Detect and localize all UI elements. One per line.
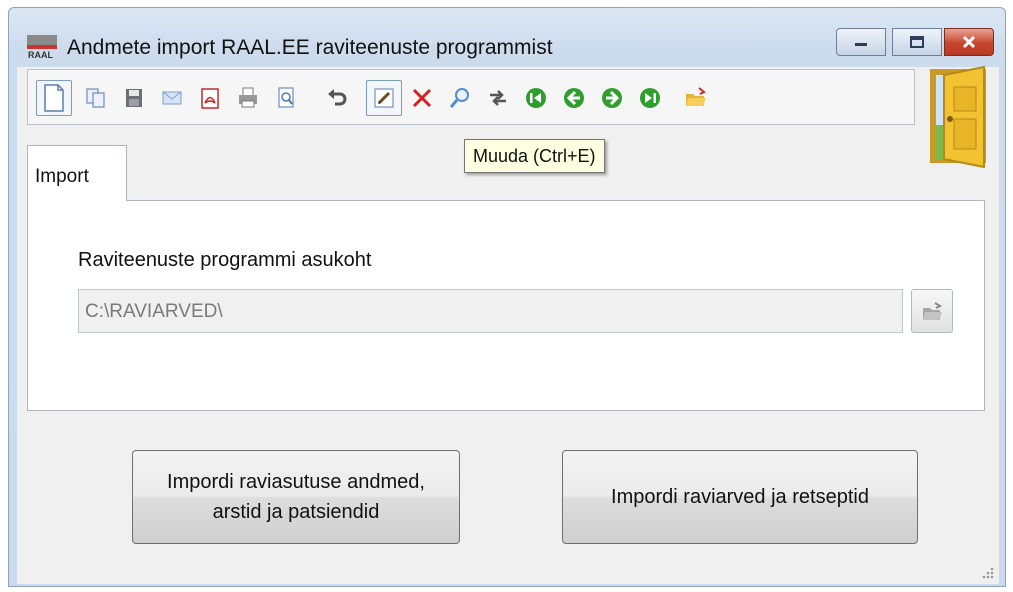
import-institution-label-line2: arstid ja patsiendid [212,501,380,523]
tab-control: Raviteenuste programmi asukoht C:\RAVIAR… [27,145,985,445]
previous-record-icon [564,88,584,108]
undo-button[interactable] [320,80,356,116]
copy-button[interactable] [78,80,114,116]
next-record-button[interactable] [594,80,630,116]
save-button[interactable] [116,80,152,116]
maximize-icon [910,36,924,48]
search-icon [449,88,469,108]
new-document-button[interactable] [36,80,72,116]
delete-button[interactable] [404,80,440,116]
edit-button[interactable] [366,80,402,116]
save-icon [126,89,142,107]
next-record-icon [602,88,622,108]
import-panel: Raviteenuste programmi asukoht C:\RAVIAR… [27,200,985,411]
pdf-icon [201,88,219,109]
toolbar [27,69,915,125]
import-invoices-button[interactable]: Impordi raviarved ja retseptid [562,450,918,544]
import-institution-label: Impordi raviasutuse andmed, arstid ja pa… [167,467,425,527]
print-icon [239,87,257,108]
resize-grip-icon[interactable] [979,564,995,580]
edit-tooltip: Muuda (Ctrl+E) [464,139,605,173]
window-title: Andmete import RAAL.EE raviteenuste prog… [67,36,553,59]
client-area: Raviteenuste programmi asukoht C:\RAVIAR… [17,65,999,584]
refresh-icon [490,90,506,106]
import-institution-label-line1: Impordi raviasutuse andmed, [167,471,425,493]
browse-button[interactable] [911,289,953,333]
maximize-button[interactable] [892,28,942,56]
previous-record-button[interactable] [556,80,592,116]
close-icon [962,35,976,49]
svg-text:RAAL: RAAL [28,50,53,60]
browse-folder-icon [923,302,943,320]
last-record-button[interactable] [632,80,668,116]
refresh-button[interactable] [480,80,516,116]
location-field[interactable]: C:\RAVIARVED\ [78,289,903,333]
app-icon: RAAL [27,35,57,60]
open-folder-button[interactable] [678,80,714,116]
print-preview-icon [278,87,294,108]
tab-import[interactable]: Import [27,145,127,201]
pdf-button[interactable] [192,80,228,116]
minimize-button[interactable] [836,28,886,56]
email-icon [162,91,182,105]
delete-icon [412,88,432,108]
first-record-icon [526,88,546,108]
open-folder-icon [686,87,706,106]
last-record-icon [640,88,660,108]
undo-icon [328,89,347,106]
edit-icon [374,88,394,108]
first-record-button[interactable] [518,80,554,116]
copy-icon [86,88,105,108]
app-window: RAAL Andmete import RAAL.EE raviteenuste… [8,7,1006,587]
title-bar[interactable]: RAAL Andmete import RAAL.EE raviteenuste… [9,8,1005,70]
search-button[interactable] [442,80,478,116]
location-label: Raviteenuste programmi asukoht [78,249,372,271]
email-button[interactable] [154,80,190,116]
new-document-icon [44,84,64,112]
import-institution-button[interactable]: Impordi raviasutuse andmed, arstid ja pa… [132,450,460,544]
close-button[interactable] [944,28,994,56]
print-button[interactable] [230,80,266,116]
print-preview-button[interactable] [268,80,304,116]
minimize-icon [855,43,867,46]
